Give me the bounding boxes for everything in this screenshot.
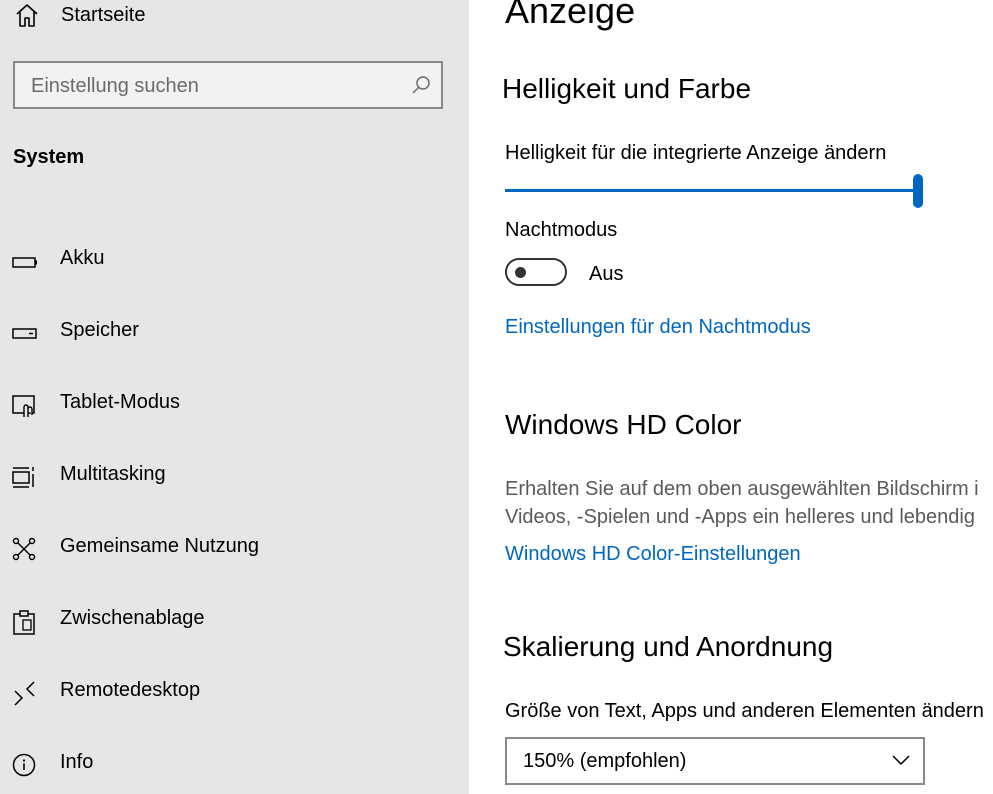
battery-icon — [12, 249, 38, 275]
sidebar: Startseite Einstellung suchen System Akk… — [0, 0, 469, 794]
hd-color-heading: Windows HD Color — [505, 409, 742, 440]
tablet-mode-icon — [12, 393, 38, 419]
sidebar-item-tablet-modus[interactable]: Tablet-Modus — [0, 381, 469, 429]
search-icon[interactable] — [411, 75, 431, 100]
sidebar-item-zwischenablage[interactable]: Zwischenablage — [0, 597, 469, 645]
sidebar-item-label: Akku — [60, 247, 105, 269]
night-mode-settings-link[interactable]: Einstellungen für den Nachtmodus — [505, 316, 811, 339]
shared-experiences-icon — [12, 537, 38, 563]
home-nav-item[interactable]: Startseite — [13, 0, 453, 32]
search-placeholder: Einstellung suchen — [31, 75, 199, 97]
page-title: Anzeige — [505, 0, 636, 31]
night-mode-label: Nachtmodus — [505, 219, 618, 241]
sidebar-item-info[interactable]: Info — [0, 741, 469, 789]
night-mode-state: Aus — [589, 263, 624, 285]
sidebar-item-remotedesktop[interactable]: Remotedesktop — [0, 669, 469, 717]
hd-color-description-line2: Videos, -Spielen und -Apps ein helleres … — [505, 506, 975, 528]
info-icon — [12, 753, 38, 779]
remote-desktop-icon — [12, 681, 38, 707]
night-mode-toggle[interactable] — [505, 258, 567, 286]
content-pane: Anzeige Helligkeit und Farbe Helligkeit … — [469, 0, 993, 794]
hd-color-description-line1: Erhalten Sie auf dem oben ausgewählten B… — [505, 478, 979, 500]
sidebar-item-label: Info — [60, 751, 94, 773]
multitasking-icon — [12, 465, 38, 491]
brightness-slider-label: Helligkeit für die integrierte Anzeige ä… — [505, 142, 887, 164]
scaling-label: Größe von Text, Apps und anderen Element… — [505, 700, 984, 722]
sidebar-item-label: Remotedesktop — [60, 679, 201, 701]
sidebar-item-speicher[interactable]: Speicher — [0, 309, 469, 357]
brightness-heading: Helligkeit und Farbe — [502, 73, 752, 104]
home-label: Startseite — [61, 4, 146, 26]
sidebar-item-gemeinsame-nutzung[interactable]: Gemeinsame Nutzung — [0, 525, 469, 573]
chevron-down-icon — [891, 753, 911, 772]
scaling-selected-value: 150% (empfohlen) — [523, 750, 687, 772]
sidebar-item-label: Zwischenablage — [60, 607, 205, 629]
clipboard-icon — [12, 609, 38, 635]
sidebar-item-label: Speicher — [60, 319, 139, 341]
sidebar-item-label: Multitasking — [60, 463, 166, 485]
sidebar-item-label: Tablet-Modus — [60, 391, 181, 413]
brightness-slider[interactable] — [505, 189, 917, 192]
sidebar-item-multitasking[interactable]: Multitasking — [0, 453, 469, 501]
scaling-heading: Skalierung und Anordnung — [503, 631, 834, 662]
search-input[interactable]: Einstellung suchen — [13, 61, 443, 109]
brightness-slider-thumb[interactable] — [913, 174, 923, 208]
sidebar-item-label: Gemeinsame Nutzung — [60, 535, 259, 557]
toggle-knob — [515, 267, 526, 278]
scaling-dropdown[interactable]: 150% (empfohlen) — [505, 737, 925, 785]
hd-color-settings-link[interactable]: Windows HD Color-Einstellungen — [505, 543, 801, 566]
section-title: System — [13, 146, 85, 168]
sidebar-item-akku[interactable]: Akku — [0, 237, 469, 285]
storage-icon — [12, 321, 38, 347]
home-icon — [14, 2, 40, 33]
